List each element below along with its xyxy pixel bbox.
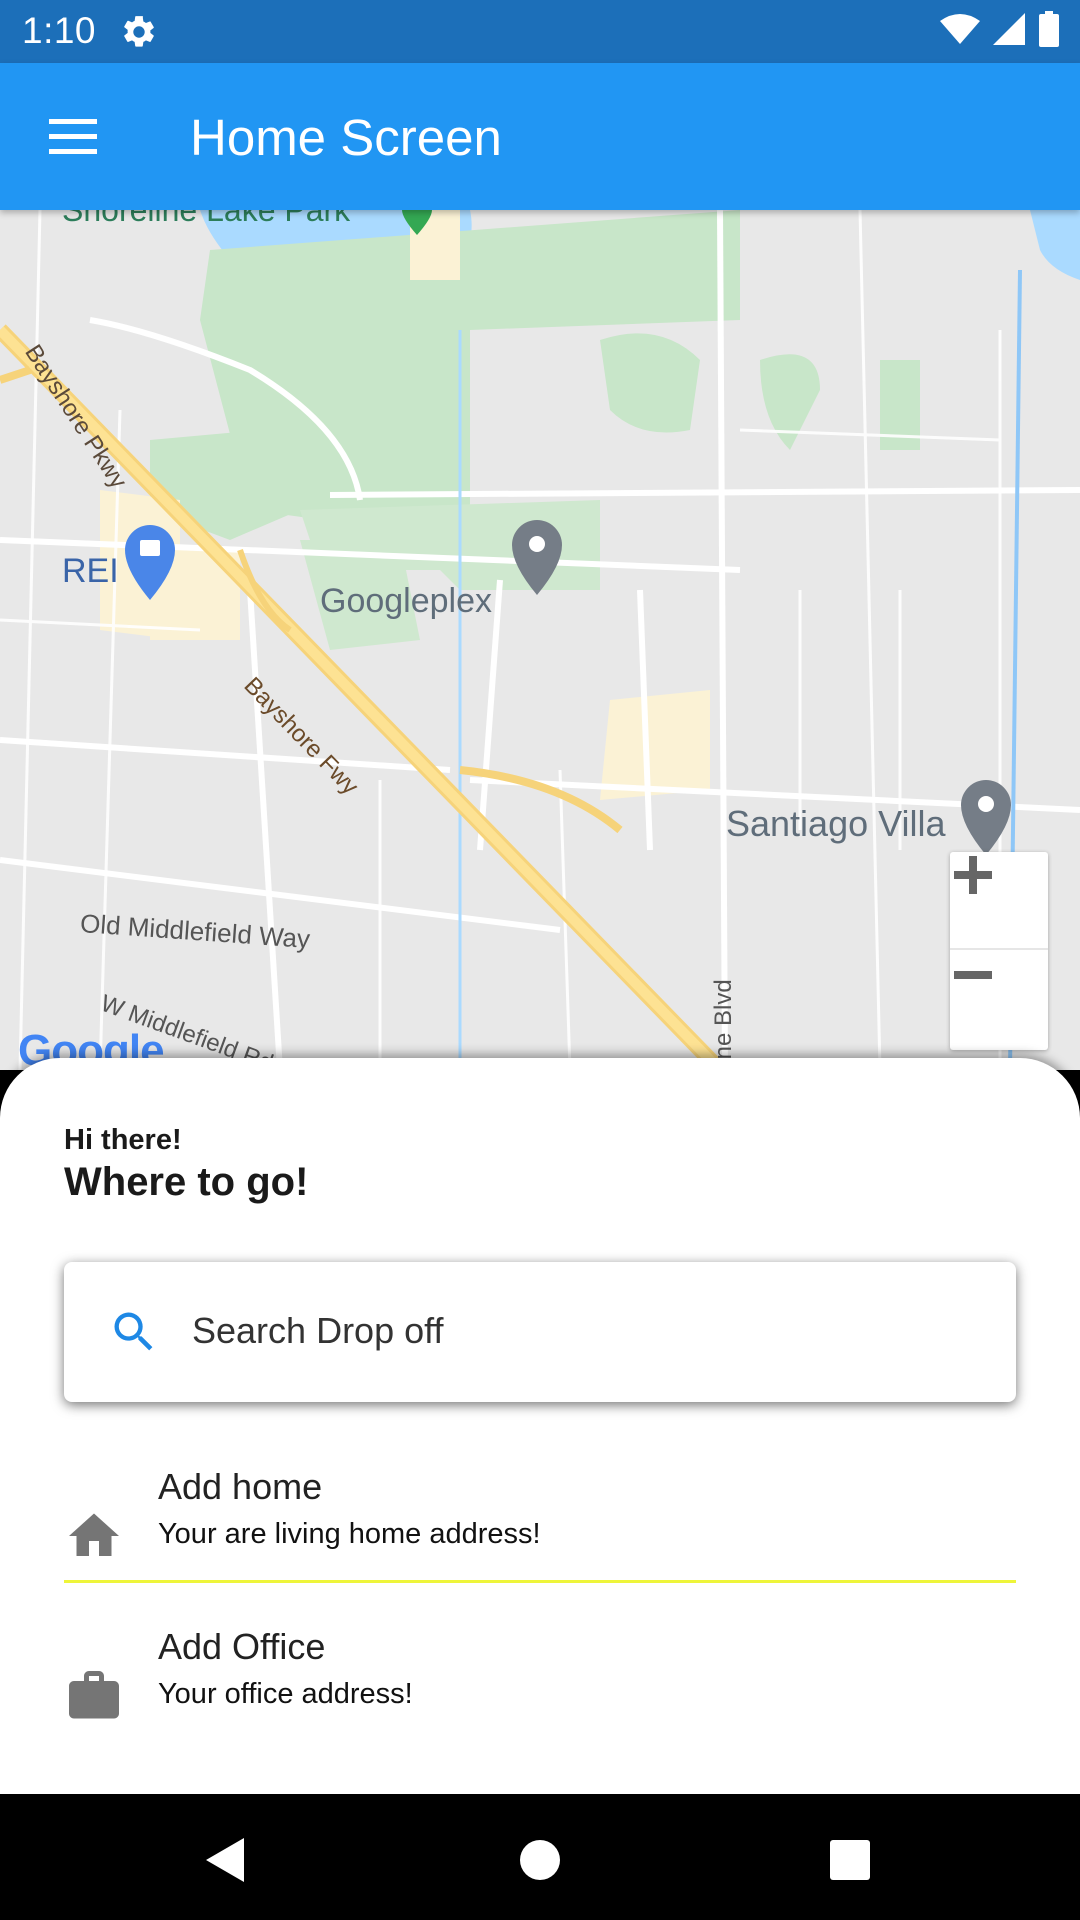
home-icon xyxy=(64,1506,124,1566)
add-office-subtitle: Your office address! xyxy=(158,1678,413,1710)
hamburger-menu-icon[interactable] xyxy=(40,107,106,167)
recents-icon[interactable] xyxy=(820,1830,880,1890)
app-bar: Home Screen xyxy=(0,63,1080,210)
zoom-controls xyxy=(950,852,1048,1050)
search-icon xyxy=(108,1306,160,1358)
greeting-text: Hi there! xyxy=(64,1124,182,1156)
santiago-villa-pin-icon xyxy=(961,780,1011,855)
back-icon[interactable] xyxy=(196,1830,256,1890)
status-time: 1:10 xyxy=(22,10,97,51)
minus-icon xyxy=(954,971,992,979)
page-title: Home Screen xyxy=(190,109,502,166)
status-icons xyxy=(940,10,1060,52)
map-label-santiago-villa: Santiago Villa xyxy=(726,803,946,844)
add-home-item[interactable]: Add home Your are living home address! xyxy=(0,1458,1080,1588)
add-office-item[interactable]: Add Office Your office address! xyxy=(0,1618,1080,1748)
system-nav-bar xyxy=(0,1794,1080,1920)
bottom-sheet: Hi there! Where to go! Search Drop off A… xyxy=(0,1058,1080,1794)
search-drop-off-input[interactable]: Search Drop off xyxy=(64,1262,1016,1402)
zoom-out-button[interactable] xyxy=(950,952,1048,1050)
zoom-in-button[interactable] xyxy=(950,852,1048,950)
plus-icon xyxy=(954,856,992,894)
battery-icon xyxy=(1038,10,1060,52)
map-label-shoreline-lake-park: Shoreline Lake Park xyxy=(62,210,351,228)
add-home-subtitle: Your are living home address! xyxy=(158,1518,541,1550)
home-circle-icon[interactable] xyxy=(510,1830,570,1890)
divider xyxy=(64,1580,1016,1583)
settings-icon xyxy=(120,13,158,51)
signal-icon xyxy=(992,12,1026,51)
status-bar: 1:10 xyxy=(0,0,1080,63)
add-office-title: Add Office xyxy=(158,1626,326,1667)
where-to-go-heading: Where to go! xyxy=(64,1160,309,1204)
map-label-googleplex: Googleplex xyxy=(320,582,493,620)
search-placeholder: Search Drop off xyxy=(192,1310,444,1351)
map-label-rei: REI xyxy=(62,552,119,590)
briefcase-icon xyxy=(64,1666,124,1726)
map-view[interactable]: Googleplex Santiago Villa REI Bayshore P… xyxy=(0,210,1080,1070)
map-label-shoreline-blvd: line Blvd xyxy=(710,979,737,1070)
add-home-title: Add home xyxy=(158,1466,323,1507)
wifi-icon xyxy=(940,13,980,50)
